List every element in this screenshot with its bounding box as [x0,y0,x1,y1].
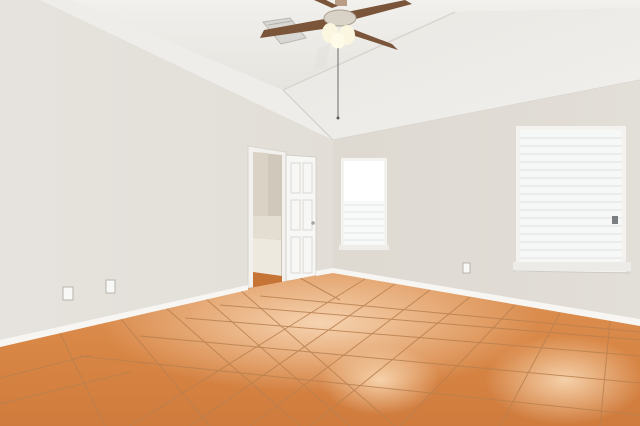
wall-outlet[interactable] [105,279,116,294]
wall-outlet[interactable] [62,286,74,301]
door-knob[interactable] [311,221,315,225]
open-doorway[interactable] [247,145,287,289]
small-window [339,158,389,250]
room-scene [0,0,640,426]
fan-light [331,33,345,49]
door[interactable] [285,154,317,282]
wall-outlet[interactable] [462,262,471,274]
large-window [512,126,632,274]
